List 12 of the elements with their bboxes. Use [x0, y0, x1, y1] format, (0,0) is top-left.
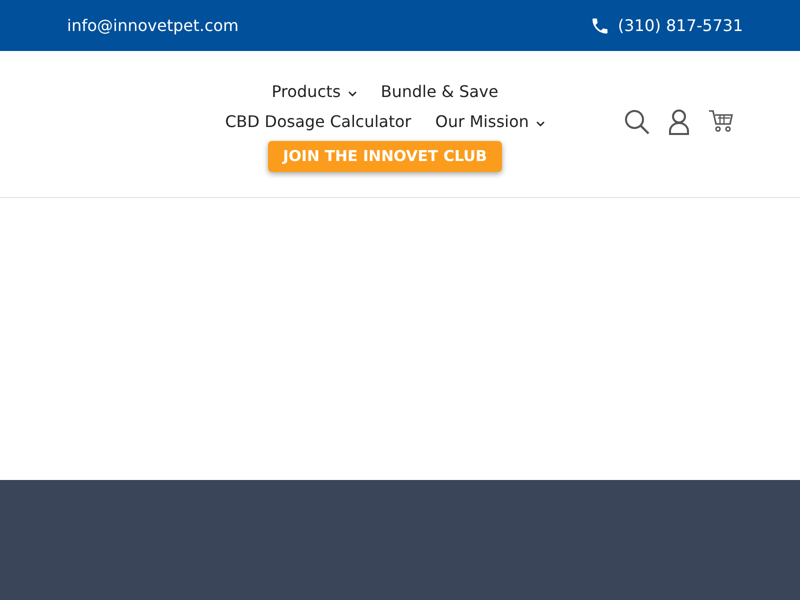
nav-dropdown[interactable]: Products — [260, 77, 369, 107]
nav-link[interactable]: Bundle & Save — [368, 77, 510, 107]
email-link[interactable]: info@innovetpet.com — [67, 14, 239, 38]
nav-dropdown[interactable]: Our Mission — [423, 107, 557, 137]
caret-icon — [348, 90, 357, 96]
nav-link[interactable]: CBD Dosage Calculator — [213, 107, 424, 137]
search-icon[interactable] — [624, 109, 650, 135]
phone-number[interactable]: (310) 817-5731 — [618, 14, 743, 38]
caret-icon — [536, 120, 545, 126]
cart-icon[interactable] — [708, 109, 734, 133]
phone-icon — [590, 16, 610, 36]
account-icon[interactable] — [668, 109, 690, 135]
